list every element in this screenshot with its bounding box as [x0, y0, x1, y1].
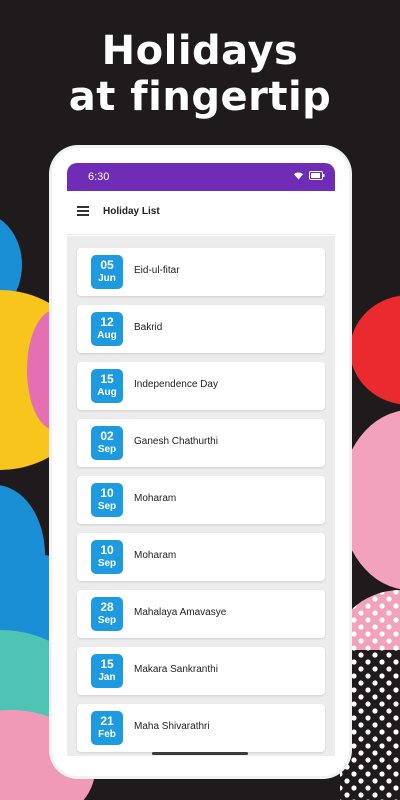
date-badge: 10 Sep	[91, 540, 123, 574]
date-badge: 28 Sep	[91, 597, 123, 631]
date-month: Sep	[97, 501, 117, 512]
date-day: 15	[100, 372, 114, 386]
holiday-card[interactable]: 02 Sep Ganesh Chathurthi	[77, 419, 325, 467]
date-month: Jun	[98, 273, 116, 284]
headline: Holidays at fingertip	[0, 28, 400, 120]
holiday-name: Bakrid	[134, 322, 163, 333]
date-day: 21	[100, 714, 114, 728]
status-bar: 6:30	[67, 163, 335, 191]
holiday-name: Ganesh Chathurthi	[134, 436, 218, 447]
date-badge: 10 Sep	[91, 483, 123, 517]
holiday-card[interactable]: 05 Jun Eid-ul-fitar	[77, 248, 325, 296]
holiday-card[interactable]: 21 Feb Maha Shivarathri	[77, 704, 325, 752]
date-month: Aug	[97, 330, 117, 341]
date-badge: 02 Sep	[91, 426, 123, 460]
date-badge: 05 Jun	[91, 255, 123, 289]
holiday-name: Mahalaya Amavasye	[134, 607, 227, 618]
holiday-name: Independence Day	[134, 379, 218, 390]
holiday-list[interactable]: 05 Jun Eid-ul-fitar 12 Aug Bakrid 15 Aug Indepen…	[67, 236, 335, 756]
hamburger-menu-icon[interactable]	[77, 206, 89, 218]
app-bar-title: Holiday List	[103, 206, 160, 217]
date-badge: 15 Aug	[91, 369, 123, 403]
date-month: Sep	[97, 444, 117, 455]
phone-mockup: 6:30 Holiday List 05 Jun Eid-ul-fitar 12 Aug…	[52, 148, 349, 776]
holiday-name: Moharam	[134, 550, 177, 561]
date-month: Aug	[97, 387, 117, 398]
headline-line-2: at fingertip	[68, 74, 332, 120]
holiday-name: Eid-ul-fitar	[134, 265, 180, 276]
date-month: Feb	[98, 729, 116, 740]
holiday-card[interactable]: 12 Aug Bakrid	[77, 305, 325, 353]
date-badge: 21 Feb	[91, 711, 123, 745]
home-indicator[interactable]	[152, 752, 248, 755]
holiday-name: Moharam	[134, 493, 177, 504]
date-month: Jan	[98, 672, 116, 683]
holiday-name: Maha Shivarathri	[134, 721, 210, 732]
status-time: 6:30	[88, 171, 110, 183]
date-day: 10	[100, 543, 114, 557]
holiday-card[interactable]: 28 Sep Mahalaya Amavasye	[77, 590, 325, 638]
holiday-name: Makara Sankranthi	[134, 664, 218, 675]
date-day: 12	[100, 315, 114, 329]
holiday-card[interactable]: 15 Jan Makara Sankranthi	[77, 647, 325, 695]
date-badge: 15 Jan	[91, 654, 123, 688]
holiday-card[interactable]: 10 Sep Moharam	[77, 533, 325, 581]
date-month: Sep	[97, 615, 117, 626]
date-day: 10	[100, 486, 114, 500]
date-day: 15	[100, 657, 114, 671]
app-bar: Holiday List	[67, 191, 335, 235]
headline-line-1: Holidays	[101, 28, 299, 74]
date-day: 28	[100, 600, 114, 614]
date-day: 02	[100, 429, 114, 443]
holiday-card[interactable]: 15 Aug Independence Day	[77, 362, 325, 410]
holiday-card[interactable]: 10 Sep Moharam	[77, 476, 325, 524]
battery-icon	[309, 171, 325, 180]
date-badge: 12 Aug	[91, 312, 123, 346]
date-month: Sep	[97, 558, 117, 569]
wifi-icon	[294, 172, 303, 180]
date-day: 05	[100, 258, 114, 272]
